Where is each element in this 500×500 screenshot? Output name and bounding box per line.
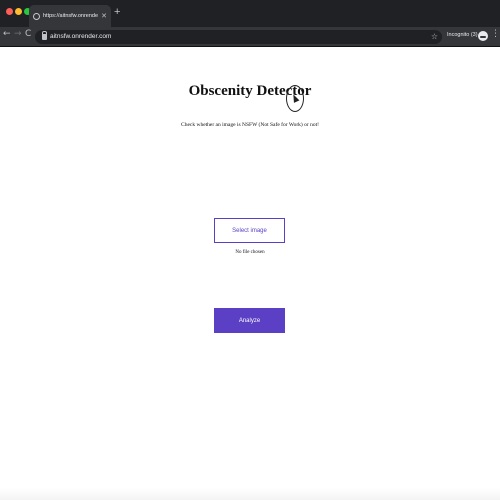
page-subtitle: Check whether an image is NSFW (Not Safe…	[181, 122, 319, 128]
window-close-button[interactable]	[6, 8, 13, 15]
incognito-icon[interactable]	[478, 31, 488, 41]
incognito-label[interactable]: Incognito (3)	[447, 32, 478, 39]
globe-icon	[33, 12, 40, 20]
url-text[interactable]: aitnsfw.onrender.com	[50, 32, 111, 42]
close-icon[interactable]: ✕	[101, 13, 107, 20]
file-status-text: No file chosen	[235, 250, 265, 255]
select-image-button[interactable]: Select image	[214, 218, 285, 243]
browser-tab-bar: https://aitnsfw.onrender.com ✕ +	[0, 0, 500, 27]
browser-tab-active[interactable]: https://aitnsfw.onrender.com ✕	[29, 5, 111, 27]
kebab-menu-icon[interactable]: ⋮	[491, 30, 500, 39]
page-title: Obscenity Detector	[188, 83, 312, 99]
reload-icon[interactable]: C	[25, 30, 31, 39]
address-bar[interactable]: aitnsfw.onrender.com ☆	[35, 30, 442, 44]
new-tab-button[interactable]: +	[114, 7, 120, 18]
lock-icon[interactable]	[42, 31, 47, 40]
window-minimize-button[interactable]	[15, 8, 22, 15]
back-arrow-icon[interactable]: ←	[3, 30, 11, 39]
tab-title: https://aitnsfw.onrender.com	[43, 13, 99, 19]
forward-arrow-icon[interactable]: →	[14, 30, 22, 39]
analyze-button[interactable]: Analyze	[214, 308, 285, 333]
star-icon[interactable]: ☆	[431, 31, 438, 43]
browser-toolbar: ← → C aitnsfw.onrender.com ☆ Incognito (…	[0, 27, 500, 47]
bottom-edge	[0, 488, 500, 500]
